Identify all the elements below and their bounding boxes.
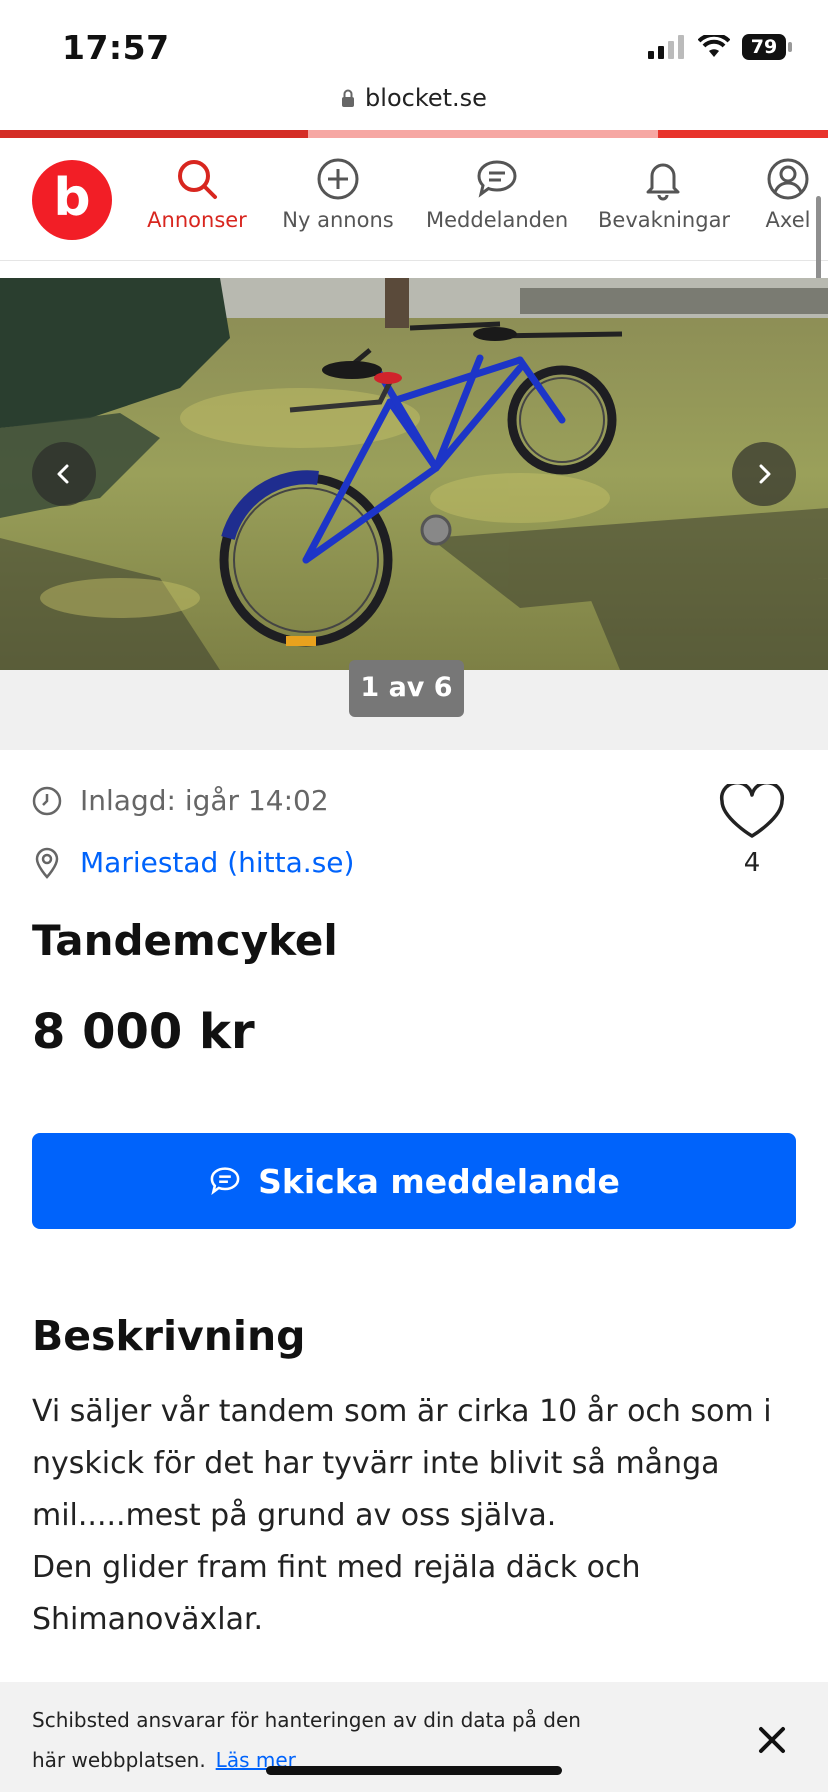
logo-letter: b	[53, 168, 91, 228]
description-line: Vi säljer vår tandem som är cirka 10 år …	[32, 1394, 772, 1429]
home-indicator[interactable]	[266, 1766, 562, 1775]
favorite-button[interactable]: 4	[718, 781, 786, 878]
clock-icon	[32, 786, 62, 815]
listing-photo[interactable]	[0, 278, 828, 670]
nav-label: Axel	[765, 208, 811, 232]
battery-level: 79	[750, 36, 778, 58]
user-icon	[767, 158, 809, 200]
location-link[interactable]: Mariestad (hitta.se)	[80, 846, 354, 879]
description-heading: Beskrivning	[32, 1312, 306, 1360]
status-icons: 79	[648, 34, 792, 60]
cookie-close-button[interactable]	[754, 1722, 790, 1758]
listing-title: Tandemcykel	[32, 916, 338, 965]
clock: 17:57	[62, 28, 170, 67]
gallery-prev-button[interactable]	[32, 442, 96, 506]
battery-icon: 79	[742, 34, 792, 60]
chat-icon	[477, 160, 517, 198]
description-line: Den glider fram fint med rejäla däck och	[32, 1550, 641, 1585]
close-icon	[759, 1727, 785, 1753]
chat-icon	[208, 1165, 242, 1197]
nav-label: Annonser	[147, 208, 247, 232]
chevron-left-icon	[57, 464, 69, 484]
nav-item-annonser[interactable]: Annonser	[142, 156, 252, 232]
location-pin-icon	[35, 847, 59, 879]
nav-item-profile[interactable]: Axel	[760, 156, 816, 232]
description-line: nyskick för det har tyvärr inte blivit s…	[32, 1446, 720, 1481]
url-text: blocket.se	[365, 84, 487, 112]
signal-icon	[648, 35, 684, 59]
listing-price: 8 000 kr	[32, 1004, 255, 1060]
image-counter: 1 av 6	[349, 660, 464, 717]
description-line: mil.....mest på grund av oss själva.	[32, 1498, 557, 1533]
lock-icon	[341, 85, 355, 113]
favorite-count: 4	[743, 848, 761, 878]
nav-item-ny-annons[interactable]: Ny annons	[278, 156, 398, 232]
chevron-right-icon	[759, 464, 771, 484]
cookie-message: Schibsted ansvarar för hanteringen av di…	[32, 1708, 581, 1772]
address-bar[interactable]: blocket.se	[0, 84, 828, 113]
gallery-next-button[interactable]	[732, 442, 796, 506]
posted-info: Inlagd: igår 14:02	[32, 784, 329, 817]
bell-icon	[646, 163, 680, 201]
send-message-button[interactable]: Skicka meddelande	[32, 1133, 796, 1229]
description-line: Shimanoväxlar.	[32, 1602, 264, 1637]
description-text: Vi säljer vår tandem som är cirka 10 år …	[32, 1386, 792, 1646]
blocket-logo[interactable]: b	[32, 160, 112, 240]
bicycle-photo	[0, 278, 828, 670]
nav-item-meddelanden[interactable]: Meddelanden	[426, 156, 568, 232]
heart-icon	[719, 781, 785, 838]
wifi-icon	[698, 35, 730, 57]
page-load-progress	[0, 130, 828, 138]
nav-label: Ny annons	[282, 208, 394, 232]
nav-label: Meddelanden	[426, 208, 569, 232]
site-navigation: b Annonser Ny annons Meddelanden Bevakni…	[0, 138, 828, 261]
plus-circle-icon	[317, 158, 359, 200]
search-icon	[178, 160, 217, 199]
nav-item-bevakningar[interactable]: Bevakningar	[598, 156, 731, 232]
send-message-label: Skicka meddelande	[258, 1161, 620, 1201]
location-info: Mariestad (hitta.se)	[32, 846, 354, 879]
posted-date: Inlagd: igår 14:02	[80, 784, 329, 817]
nav-label: Bevakningar	[598, 208, 731, 232]
cookie-banner: Schibsted ansvarar för hanteringen av di…	[0, 1682, 828, 1792]
